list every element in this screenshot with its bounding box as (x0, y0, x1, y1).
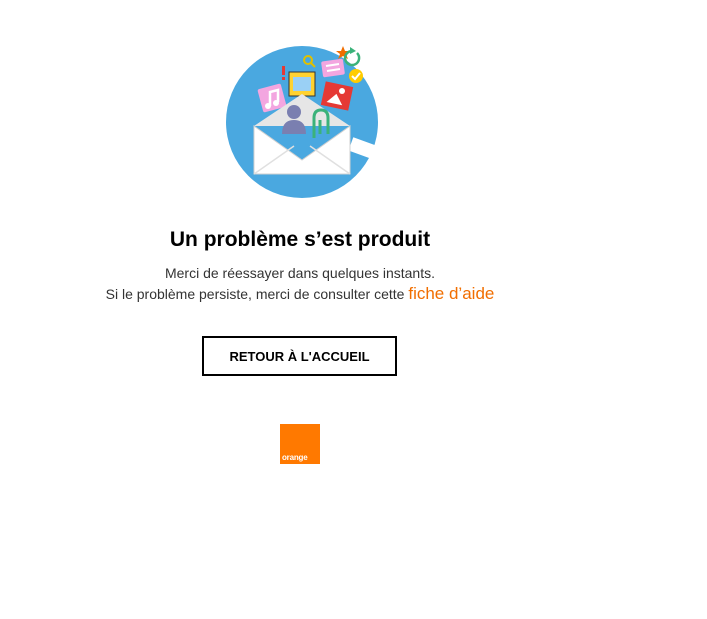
help-message-prefix: Si le problème persiste, merci de consul… (105, 286, 409, 302)
orange-logo-text: orange (282, 453, 308, 462)
refresh-icon (343, 47, 361, 67)
error-message-retry: Merci de réessayer dans quelques instant… (164, 265, 436, 281)
mail-illustration-graphic (226, 46, 382, 198)
help-sheet-link[interactable]: fiche d’aide (408, 284, 494, 303)
orange-logo[interactable]: orange (280, 424, 320, 464)
error-message-help: Si le problème persiste, merci de consul… (0, 284, 600, 304)
exclamation-icon (282, 66, 285, 80)
back-to-home-button[interactable]: RETOUR À L'ACCUEIL (202, 336, 397, 376)
mail-illustration (222, 42, 382, 202)
checkmark-icon (349, 69, 363, 83)
film-icon (288, 71, 316, 97)
error-title: Un problème s’est produit (169, 228, 431, 251)
chat-bubble-icon (321, 58, 345, 78)
